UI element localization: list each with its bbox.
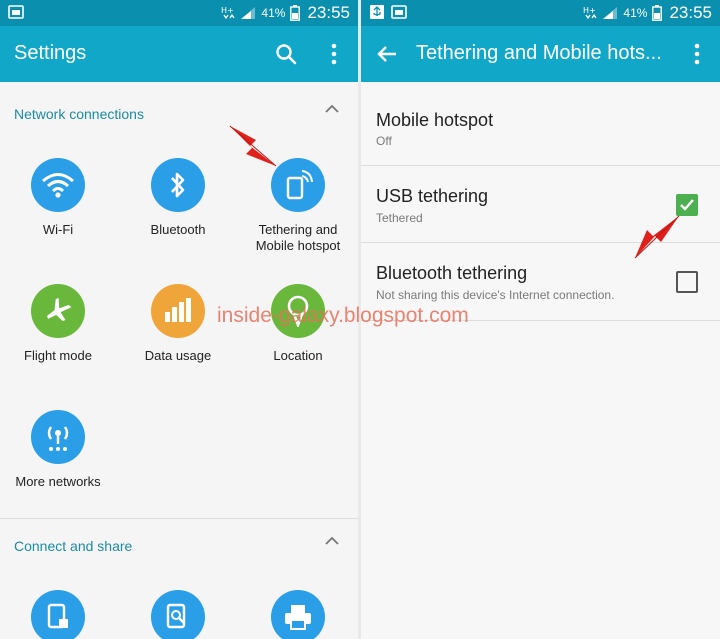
section-network-connections[interactable]: Network connections <box>0 84 358 144</box>
bluetooth-tethering-checkbox[interactable] <box>676 271 698 293</box>
section-connect-and-share[interactable]: Connect and share <box>0 516 358 576</box>
tile-label: Wi-Fi <box>42 222 74 237</box>
setting-subtitle: Tethered <box>376 211 423 225</box>
chevron-up-icon <box>325 104 339 113</box>
clock: 23:55 <box>669 3 712 22</box>
tile-nfc[interactable] <box>0 590 116 639</box>
tile-wifi[interactable]: Wi-Fi <box>0 158 116 238</box>
status-bar: H+ 41% 23:55 <box>361 0 720 26</box>
data-usage-icon <box>151 284 205 338</box>
setting-title: Mobile hotspot <box>376 110 494 130</box>
tile-label: Flight mode <box>24 348 92 363</box>
setting-subtitle: Not sharing this device's Internet conne… <box>376 288 615 302</box>
page-title: Tethering and Mobile hots... <box>416 42 662 64</box>
airplane-icon <box>31 284 85 338</box>
back-arrow-icon <box>377 46 396 62</box>
bluetooth-icon <box>151 158 205 212</box>
screenshot-notification-icon <box>391 4 407 20</box>
more-options-button[interactable] <box>683 40 711 68</box>
printer-icon <box>271 590 325 639</box>
svg-text:H+: H+ <box>221 6 234 15</box>
battery-percent: 41% <box>623 6 648 20</box>
setting-title: USB tethering <box>376 186 489 206</box>
setting-mobile-hotspot[interactable]: Mobile hotspot Off <box>361 84 720 160</box>
svg-text:H+: H+ <box>583 6 596 15</box>
status-bar: H+ 41% 23:55 <box>0 0 358 26</box>
tile-label: Bluetooth <box>150 222 206 237</box>
tile-flight-mode[interactable]: Flight mode <box>0 284 116 364</box>
more-networks-icon <box>31 410 85 464</box>
signal-icon <box>240 6 256 20</box>
data-activity-icon: H+ <box>583 5 597 21</box>
screenshot-notification-icon <box>8 4 24 20</box>
app-bar: Tethering and Mobile hots... <box>361 26 720 82</box>
back-button[interactable] <box>373 40 401 68</box>
tile-printing[interactable] <box>240 590 356 639</box>
watermark-text: inside-galaxy.blogspot.com <box>217 304 469 327</box>
setting-subtitle: Off <box>376 134 392 148</box>
tile-label: Location <box>273 348 323 363</box>
tile-tethering-hotspot[interactable]: Tethering and Mobile hotspot <box>240 158 356 254</box>
device-search-icon <box>151 590 205 639</box>
section-header-label: Connect and share <box>14 538 133 554</box>
search-button[interactable] <box>272 40 300 68</box>
tile-label: More networks <box>15 474 101 489</box>
overflow-menu-icon <box>331 43 337 65</box>
tile-more-networks[interactable]: More networks <box>0 410 116 490</box>
section-header-label: Network connections <box>14 106 144 122</box>
annotation-arrow-icon <box>229 125 277 167</box>
wifi-icon <box>31 158 85 212</box>
setting-title: Bluetooth tethering <box>376 263 528 283</box>
signal-icon <box>602 6 618 20</box>
tile-label: Data usage <box>144 348 212 363</box>
tile-label: Tethering and Mobile hotspot <box>255 222 341 253</box>
tile-device-search[interactable] <box>120 590 236 639</box>
search-icon <box>276 44 297 65</box>
app-bar: Settings <box>0 26 358 82</box>
clock: 23:55 <box>307 3 350 22</box>
annotation-arrow-icon <box>634 215 680 259</box>
overflow-menu-icon <box>694 43 700 65</box>
battery-icon <box>290 5 301 21</box>
tile-bluetooth[interactable]: Bluetooth <box>120 158 236 238</box>
checkmark-icon <box>680 199 694 211</box>
battery-icon <box>652 5 663 21</box>
more-options-button[interactable] <box>320 40 348 68</box>
chevron-up-icon <box>325 536 339 545</box>
battery-percent: 41% <box>261 6 286 20</box>
page-title: Settings <box>14 42 87 64</box>
usb-notification-icon <box>369 4 385 20</box>
nfc-icon <box>31 590 85 639</box>
data-activity-icon: H+ <box>221 5 235 21</box>
